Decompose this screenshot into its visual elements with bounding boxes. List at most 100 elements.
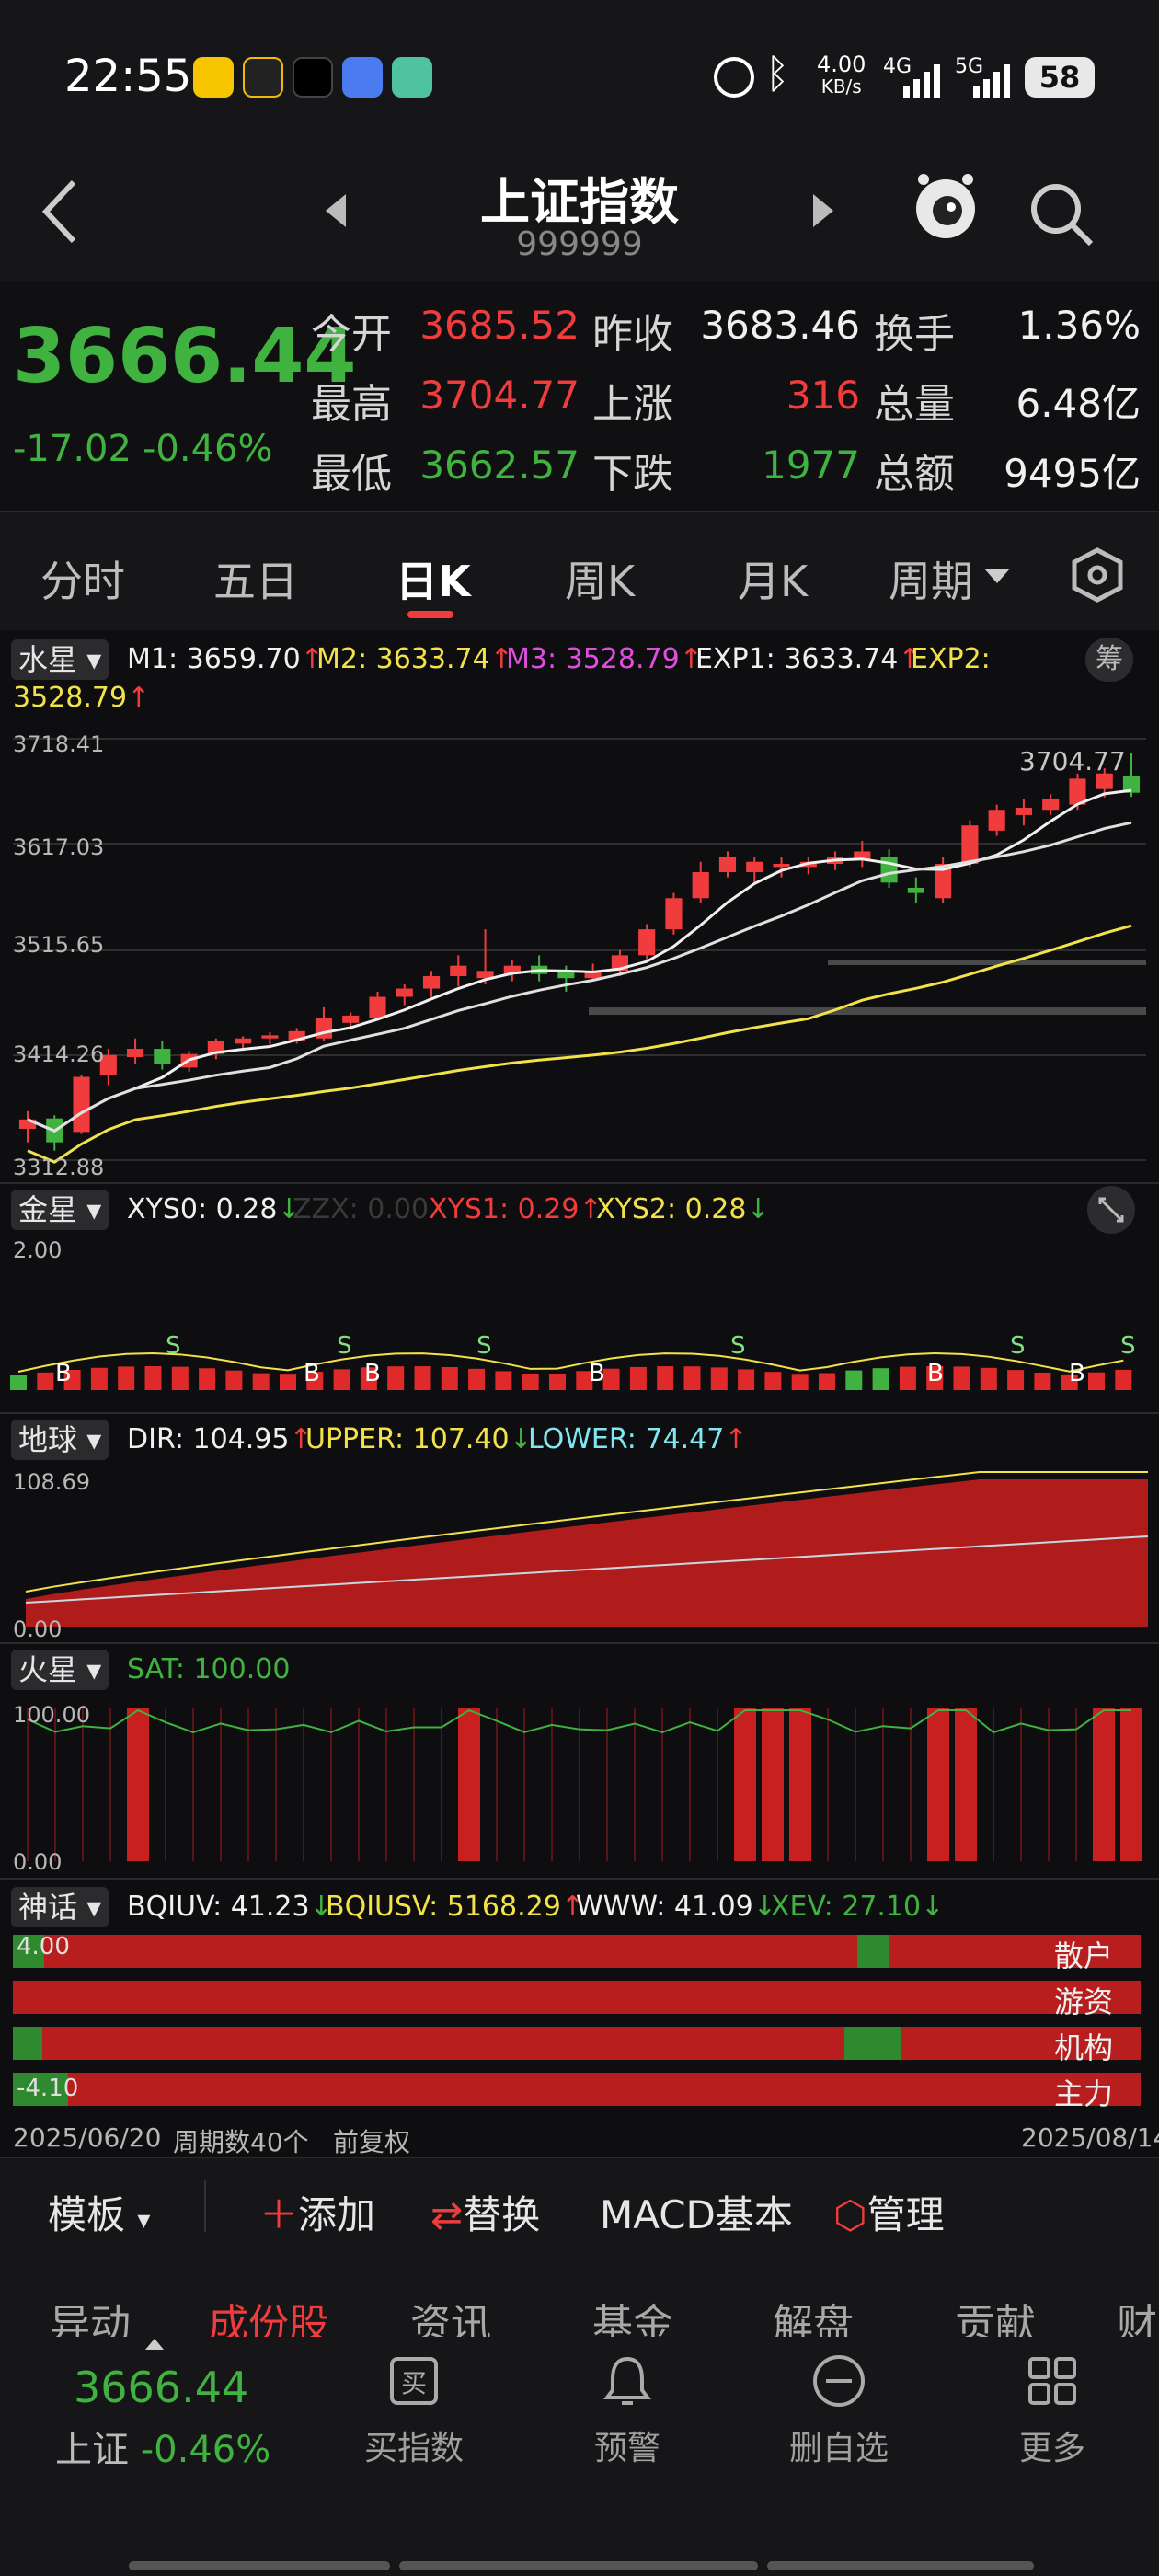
www-legend: WWW: 41.09↓: [576, 1891, 776, 1923]
subtab-movement[interactable]: 异动: [50, 2291, 131, 2337]
subtab-analysis[interactable]: 解盘: [773, 2291, 854, 2337]
mascot-icon[interactable]: [911, 168, 981, 247]
next-stock-icon[interactable]: [809, 190, 837, 231]
panel2-bar: [252, 1373, 270, 1390]
tab-monthly-k[interactable]: 月K: [738, 548, 808, 609]
volume-value: 6.48亿: [1016, 381, 1141, 426]
charts-area: 水星 ▾ M1: 3659.70↑ M2: 3633.74↑ M3: 3528.…: [0, 630, 1159, 2157]
subtab-constituents[interactable]: 成份股: [208, 2291, 329, 2337]
chip-distribution-button[interactable]: 筹: [1085, 638, 1133, 682]
m3-legend: M3: 3528.79↑: [506, 643, 703, 675]
m1-value: M1: 3659.70: [127, 643, 301, 675]
upper-value: UPPER: 107.40: [305, 1423, 510, 1455]
settings-hex-icon[interactable]: [1069, 546, 1126, 604]
tab-weekly-k[interactable]: 周K: [565, 548, 635, 609]
panel2-bar: [333, 1369, 350, 1390]
tab-active-indicator: [407, 611, 453, 618]
panel4-bar: [762, 1708, 784, 1861]
sub-tabs: 异动 成份股 资讯 基金 解盘 贡献 财: [0, 2254, 1159, 2337]
panel2-bar: [819, 1373, 835, 1390]
replace-button[interactable]: ⇄替换: [430, 2184, 540, 2240]
retail-row: 4.00 散户: [13, 1933, 1141, 1973]
tab-period[interactable]: 周期: [889, 548, 973, 609]
remove-watchlist-label: 删自选: [788, 2430, 889, 2467]
expand-icon[interactable]: [1087, 1186, 1135, 1234]
institution-label: 机构: [1053, 2030, 1113, 2065]
panel4-bar: [358, 1708, 360, 1861]
candle-body: [718, 857, 737, 873]
tab-daily-k[interactable]: 日K: [396, 548, 471, 609]
buy-signal-marker: B: [1069, 1360, 1085, 1387]
main-force-label: 主力: [1053, 2076, 1113, 2111]
candle-body: [1042, 799, 1060, 811]
grid-icon: [1028, 2357, 1076, 2405]
prev-stock-icon[interactable]: [322, 190, 350, 231]
panel2-bar: [118, 1366, 135, 1390]
lower-legend: LOWER: 74.47↑: [528, 1423, 748, 1455]
adjust-mode[interactable]: 前复权: [333, 2122, 410, 2159]
subtab-contribution[interactable]: 贡献: [955, 2291, 1036, 2337]
down-count-label: 下跌: [592, 451, 673, 498]
panel2-indicator-selector[interactable]: 金星 ▾: [11, 1190, 109, 1230]
prev-close-value: 3683.46: [700, 303, 860, 348]
price-change: -17.02: [13, 428, 132, 470]
panel2-bar: [683, 1366, 701, 1390]
panel5-indicator-selector[interactable]: 神话 ▾: [11, 1887, 109, 1927]
alert-button[interactable]: 预警: [545, 2346, 710, 2493]
chart-toolbar: 模板 ▾ ＋添加 ⇄替换 MACD基本 ⬡管理: [0, 2157, 1159, 2254]
candle-body: [746, 861, 763, 873]
sell-signal-marker: S: [730, 1332, 746, 1360]
template-button[interactable]: 模板 ▾: [48, 2184, 150, 2240]
divider: [0, 1642, 1159, 1644]
more-button[interactable]: 更多: [970, 2346, 1135, 2493]
low-label: 最低: [311, 451, 392, 498]
panel2-bar: [144, 1366, 162, 1390]
period-tabs: 分时 五日 日K 周K 月K 周期: [0, 511, 1159, 630]
sell-signal-marker: S: [1010, 1332, 1026, 1360]
turnover-value: 1.36%: [1017, 303, 1141, 348]
bluetooth-icon: ᛒ: [765, 51, 790, 98]
subtab-fund[interactable]: 基金: [592, 2291, 673, 2337]
bottom-pct: -0.46%: [140, 2429, 271, 2471]
home-indicator: [129, 2561, 390, 2570]
xys1-legend: XYS1: 0.29↑: [429, 1193, 602, 1225]
panel4-bar: [165, 1708, 166, 1861]
subtab-news[interactable]: 资讯: [410, 2291, 491, 2337]
current-price: 3666.44: [13, 313, 357, 400]
macd-button[interactable]: MACD基本: [600, 2184, 793, 2240]
manage-button[interactable]: ⬡管理: [833, 2184, 945, 2240]
binance-icon: [243, 57, 283, 98]
panel5-indicator-label: 神话: [18, 1890, 78, 1925]
sell-signal-marker: S: [166, 1332, 181, 1360]
tab-intraday[interactable]: 分时: [40, 548, 125, 609]
dir-value: DIR: 104.95: [127, 1423, 290, 1455]
manage-label: 管理: [866, 2192, 945, 2237]
buy-index-button[interactable]: 买 买指数: [331, 2346, 497, 2493]
bottom-price[interactable]: 3666.44: [74, 2363, 248, 2412]
xys2-legend: XYS2: 0.28↓: [596, 1193, 770, 1225]
subtab-finance[interactable]: 财: [1117, 2291, 1157, 2337]
divider: [0, 1878, 1159, 1880]
back-icon[interactable]: [37, 175, 83, 248]
remove-watchlist-button[interactable]: 删自选: [756, 2346, 922, 2493]
panel2-bar: [899, 1366, 916, 1390]
main-indicator-selector[interactable]: 水星 ▾: [11, 639, 109, 680]
search-icon[interactable]: [1027, 179, 1096, 249]
sell-signal-marker: S: [337, 1332, 352, 1360]
battery-indicator: 58: [1025, 57, 1095, 98]
support-band: [828, 960, 1146, 965]
weibo-icon: [193, 57, 234, 98]
panel2-bar: [225, 1370, 243, 1390]
panel2-bar: [1007, 1370, 1025, 1390]
candlestick-chart[interactable]: [0, 731, 1159, 1173]
panel2-bar: [1088, 1372, 1105, 1390]
panel4-indicator-selector[interactable]: 火星 ▾: [11, 1650, 109, 1690]
panel3-indicator-selector[interactable]: 地球 ▾: [11, 1420, 109, 1460]
add-button[interactable]: ＋添加: [259, 2184, 375, 2240]
panel2-bar: [414, 1366, 431, 1390]
open-label: 今开: [311, 311, 392, 358]
replace-label: 替换: [463, 2192, 541, 2237]
panel4-bar: [579, 1708, 580, 1861]
panel2-bar: [199, 1368, 216, 1390]
tab-five-day[interactable]: 五日: [213, 548, 298, 609]
